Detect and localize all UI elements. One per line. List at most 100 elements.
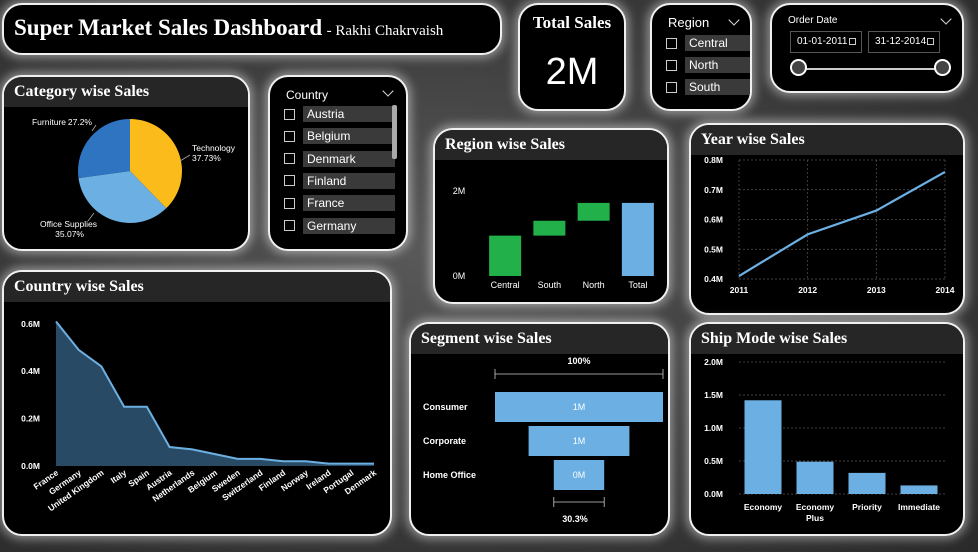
- checkbox[interactable]: [284, 130, 295, 142]
- waterfall-bar: [533, 220, 566, 236]
- y-tick-label: 0.5M: [704, 456, 723, 466]
- leader-line: [91, 124, 97, 132]
- region-item[interactable]: Central: [666, 34, 750, 52]
- region-item-label: South: [685, 79, 750, 95]
- country-item[interactable]: Germany: [284, 217, 395, 235]
- funnel-value-label: 1M: [573, 402, 586, 412]
- x-tick-label: Plus: [806, 513, 824, 523]
- checkbox[interactable]: [284, 197, 295, 209]
- country-item[interactable]: Denmark: [284, 150, 395, 168]
- x-tick-label: Central: [491, 280, 520, 290]
- y-tick-label: 0M: [453, 271, 466, 281]
- kpi-value: 2M: [545, 51, 599, 93]
- chevron-down-icon[interactable]: [382, 85, 394, 97]
- checkbox[interactable]: [666, 37, 677, 49]
- total-sales-card: Total Sales 2M: [518, 3, 626, 111]
- country-area-chart: 0.0M0.2M0.4M0.6MFranceGermanyUnited King…: [21, 319, 378, 513]
- checkbox[interactable]: [666, 81, 677, 93]
- checkbox[interactable]: [666, 59, 677, 71]
- region-waterfall-chart: 0M 2M Central South North Total: [453, 186, 654, 290]
- country-item[interactable]: Austria: [284, 105, 395, 123]
- funnel-category-label: Consumer: [423, 402, 468, 412]
- category-sales-card: Category wise Sales Technology 37.73% Offi…: [2, 75, 250, 251]
- y-tick-label: 0.0M: [704, 489, 723, 499]
- end-date-value: 31-12-2014: [875, 36, 927, 47]
- start-date-input[interactable]: 01-01-2011: [790, 31, 862, 53]
- chevron-down-icon[interactable]: [728, 14, 740, 26]
- waterfall-bar: [621, 202, 654, 276]
- kpi-title: Total Sales: [532, 13, 612, 32]
- shipmode-bar: [796, 461, 834, 494]
- checkbox[interactable]: [284, 175, 295, 187]
- shipmode-chart-title: Ship Mode wise Sales: [691, 324, 963, 354]
- calendar-icon[interactable]: [927, 38, 934, 45]
- checkbox[interactable]: [284, 220, 295, 231]
- region-slicer: Region Central North South: [650, 3, 752, 111]
- country-item-label: Finland: [303, 172, 395, 189]
- funnel-value-label: 0M: [573, 470, 586, 480]
- pie-value-label: 35.07%: [55, 229, 84, 239]
- country-item-label: Belgium: [303, 128, 395, 145]
- country-item-label: Denmark: [303, 150, 395, 167]
- shipmode-bar: [900, 485, 938, 494]
- x-tick-label: South: [538, 280, 562, 290]
- year-sales-card: Year wise Sales 0.4M 0.5M 0.6M 0.7M 0.8M 2011…: [689, 123, 965, 315]
- y-tick-label: 1.0M: [704, 423, 723, 433]
- funnel-value-label: 1M: [573, 436, 586, 446]
- x-tick-label: Total: [628, 280, 647, 290]
- date-range-track[interactable]: [800, 68, 944, 70]
- y-tick-label: 0.6M: [704, 215, 723, 225]
- x-tick-label: Economy: [744, 502, 783, 512]
- order-date-slicer: Order Date 01-01-2011 31-12-2014: [770, 3, 964, 93]
- calendar-icon[interactable]: [849, 38, 856, 45]
- category-chart-title: Category wise Sales: [4, 77, 248, 107]
- funnel-top-percent: 100%: [567, 356, 590, 366]
- y-tick-label: 0.5M: [704, 244, 723, 254]
- shipmode-sales-card: Ship Mode wise Sales 0.0M 0.5M 1.0M 1.5M 2.0…: [689, 322, 965, 536]
- region-item[interactable]: South: [666, 78, 750, 96]
- region-slicer-title: Region: [668, 15, 710, 30]
- pie-value-label: 27.2%: [68, 117, 93, 127]
- header-card: Super Market Sales Dashboard - Rakhi Cha…: [2, 3, 502, 55]
- x-tick-label: Immediate: [898, 502, 940, 512]
- y-tick-label: 0.0M: [21, 461, 40, 471]
- shipmode-bar: [744, 400, 782, 494]
- date-range-start-handle[interactable]: [790, 59, 807, 76]
- country-item[interactable]: Finland: [284, 172, 395, 190]
- country-item[interactable]: France: [284, 194, 395, 212]
- x-tick-label: Italy: [109, 467, 129, 485]
- shipmode-bar-chart: 0.0M0.5M1.0M1.5M2.0MEconomy EconomyPlusPr…: [704, 357, 947, 523]
- chevron-down-icon[interactable]: [940, 13, 952, 25]
- x-tick-label: 2013: [867, 285, 886, 295]
- country-slicer-title: Country: [286, 88, 329, 102]
- country-chart-title: Country wise Sales: [4, 272, 390, 302]
- y-tick-label: 0.6M: [21, 319, 40, 329]
- y-tick-label: 0.8M: [704, 155, 723, 165]
- segment-funnel-chart: 100% 1M Consumer 1M Corporate 0M Home Office 30…: [423, 356, 664, 524]
- x-tick-label: Economy: [796, 502, 835, 512]
- y-tick-label: 0.7M: [704, 185, 723, 195]
- end-date-input[interactable]: 31-12-2014: [868, 31, 940, 53]
- y-tick-label: 1.5M: [704, 390, 723, 400]
- segment-chart-title: Segment wise Sales: [411, 324, 668, 354]
- region-chart-title: Region wise Sales: [435, 130, 667, 160]
- checkbox[interactable]: [284, 108, 295, 120]
- country-slicer: Country Austria Belgium Denmark Finland Fran…: [268, 75, 408, 251]
- country-item-label: Austria: [303, 106, 395, 122]
- date-range-end-handle[interactable]: [934, 59, 951, 76]
- pie-label: Office Supplies: [40, 219, 97, 229]
- pie-slice-furniture: [78, 119, 130, 179]
- category-pie-chart: Technology37.73% Office Supplies35.07% Fur…: [32, 117, 236, 239]
- pie-value-label: 37.73%: [192, 153, 221, 163]
- checkbox[interactable]: [284, 153, 295, 165]
- region-item[interactable]: North: [666, 56, 750, 74]
- country-item[interactable]: Belgium: [284, 127, 395, 145]
- year-sales-line: [738, 170, 946, 277]
- y-tick-label: 0.4M: [21, 366, 40, 376]
- x-tick-label: Priority: [852, 502, 882, 512]
- y-tick-label: 0.4M: [704, 274, 723, 284]
- region-item-label: Central: [685, 35, 750, 51]
- region-item-label: North: [685, 57, 750, 73]
- pie-label: Technology: [192, 143, 236, 153]
- country-scrollbar[interactable]: [392, 105, 397, 159]
